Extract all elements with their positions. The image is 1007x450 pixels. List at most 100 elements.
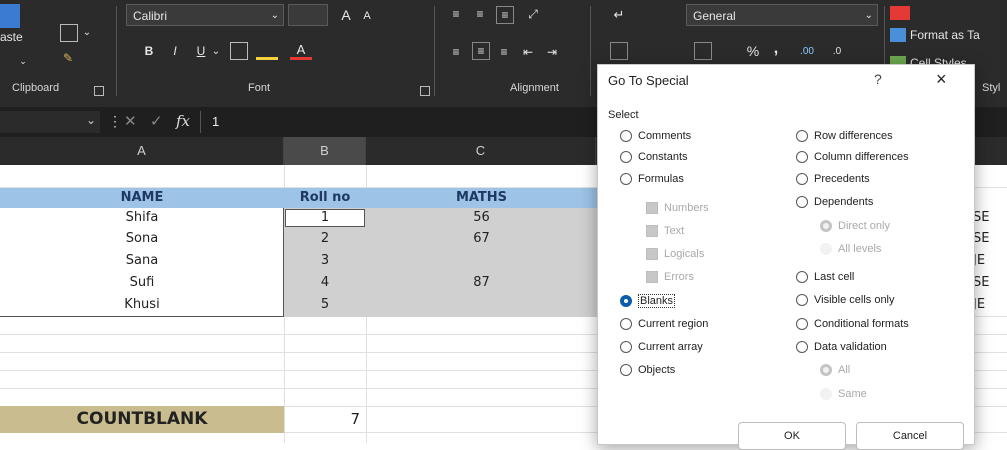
comma-button[interactable]: , bbox=[770, 40, 782, 58]
close-button[interactable]: × bbox=[936, 69, 947, 90]
align-center-icon[interactable]: ≡ bbox=[472, 42, 490, 60]
ok-button[interactable]: OK bbox=[738, 422, 846, 450]
maths-cell[interactable]: 67 bbox=[366, 229, 597, 250]
font-size-dropdown[interactable] bbox=[288, 4, 328, 26]
format-painter-icon[interactable]: ✎ bbox=[60, 50, 76, 66]
conditional-formatting-icon[interactable] bbox=[890, 6, 910, 20]
option-blanks[interactable]: Blanks bbox=[620, 294, 676, 308]
fill-color-icon[interactable] bbox=[256, 42, 278, 60]
underline-button[interactable]: U bbox=[192, 42, 210, 60]
option-dependents[interactable]: Dependents bbox=[796, 196, 873, 208]
bold-button[interactable]: B bbox=[140, 42, 158, 60]
option-row-differences[interactable]: Row differences bbox=[796, 130, 893, 142]
table-header-maths[interactable]: MATHS bbox=[366, 188, 597, 208]
font-name-dropdown[interactable]: Calibri ⌄ bbox=[126, 4, 284, 26]
option-column-differences[interactable]: Column differences bbox=[796, 151, 909, 163]
maths-cell[interactable] bbox=[366, 295, 597, 316]
partial-cell[interactable]: SE bbox=[973, 208, 1007, 229]
countblank-value[interactable]: 7 bbox=[284, 406, 366, 433]
number-format-dropdown[interactable]: General ⌄ bbox=[686, 4, 878, 26]
font-launcher-icon[interactable] bbox=[420, 86, 430, 96]
partial-cell[interactable]: JE bbox=[973, 295, 1007, 316]
option-conditional-formats[interactable]: Conditional formats bbox=[796, 318, 909, 330]
option-current-array[interactable]: Current array bbox=[620, 341, 703, 353]
chevron-down-icon[interactable]: ⌄ bbox=[18, 56, 28, 66]
help-button[interactable]: ? bbox=[874, 71, 882, 87]
align-left-icon[interactable]: ≡ bbox=[448, 44, 464, 60]
font-color-icon[interactable]: A bbox=[290, 42, 312, 60]
radio-icon bbox=[796, 341, 808, 353]
option-last-cell[interactable]: Last cell bbox=[796, 271, 854, 283]
column-header-c[interactable]: C bbox=[366, 137, 596, 165]
merge-center-icon[interactable] bbox=[610, 42, 628, 60]
name-cell[interactable]: Sana bbox=[0, 251, 284, 272]
countblank-label[interactable]: COUNTBLANK bbox=[0, 406, 284, 433]
option-validation-all[interactable]: All bbox=[820, 364, 850, 376]
option-validation-same[interactable]: Same bbox=[820, 388, 867, 400]
shrink-font-button[interactable]: A bbox=[360, 8, 374, 24]
maths-cell[interactable]: 87 bbox=[366, 273, 597, 294]
option-objects[interactable]: Objects bbox=[620, 364, 675, 376]
chevron-down-icon[interactable]: ⌄ bbox=[210, 44, 222, 58]
option-visible-cells-only[interactable]: Visible cells only bbox=[796, 294, 895, 306]
increase-indent-icon[interactable]: ⇥ bbox=[544, 44, 560, 60]
checkbox-numbers[interactable]: Numbers bbox=[646, 202, 709, 214]
option-formulas[interactable]: Formulas bbox=[620, 173, 684, 185]
roll-cell[interactable]: 4 bbox=[284, 273, 366, 294]
option-constants[interactable]: Constants bbox=[620, 151, 688, 163]
column-header-a[interactable]: A bbox=[0, 137, 284, 165]
name-cell[interactable]: Shifa bbox=[0, 208, 284, 229]
align-bottom-icon[interactable]: ≡ bbox=[496, 6, 514, 24]
roll-cell[interactable]: 1 bbox=[284, 208, 366, 229]
checkbox-errors[interactable]: Errors bbox=[646, 271, 694, 283]
enter-icon[interactable]: ✓ bbox=[150, 112, 163, 130]
clipboard-launcher-icon[interactable] bbox=[94, 86, 104, 96]
checkbox-text[interactable]: Text bbox=[646, 225, 684, 237]
name-cell[interactable]: Sona bbox=[0, 229, 284, 250]
formula-input[interactable]: 1 bbox=[212, 114, 219, 129]
align-middle-icon[interactable]: ≡ bbox=[472, 6, 488, 22]
checkbox-logicals[interactable]: Logicals bbox=[646, 248, 704, 260]
paste-button[interactable]: aste bbox=[0, 30, 40, 44]
checkbox-icon bbox=[646, 248, 658, 260]
table-header-roll-no[interactable]: Roll no bbox=[284, 188, 366, 208]
option-precedents[interactable]: Precedents bbox=[796, 173, 870, 185]
partial-cell[interactable]: JE bbox=[973, 251, 1007, 272]
option-all-levels[interactable]: All levels bbox=[820, 243, 881, 255]
partial-cell[interactable]: SE bbox=[973, 229, 1007, 250]
orientation-icon[interactable]: ⤢ bbox=[522, 6, 544, 22]
name-cell[interactable]: Khusi bbox=[0, 295, 284, 316]
decrease-indent-icon[interactable]: ⇤ bbox=[520, 44, 536, 60]
roll-cell[interactable]: 3 bbox=[284, 251, 366, 272]
wrap-text-icon[interactable]: ↵ bbox=[610, 6, 628, 24]
maths-cell[interactable] bbox=[366, 251, 597, 272]
percent-button[interactable]: % bbox=[744, 42, 762, 60]
paste-icon[interactable] bbox=[0, 4, 20, 28]
table-header-name[interactable]: NAME bbox=[0, 188, 284, 208]
option-data-validation[interactable]: Data validation bbox=[796, 341, 887, 353]
insert-function-button[interactable]: fx bbox=[176, 112, 190, 130]
copy-icon[interactable] bbox=[60, 24, 78, 42]
cancel-icon[interactable]: ✕ bbox=[124, 112, 137, 130]
option-direct-only[interactable]: Direct only bbox=[820, 220, 890, 232]
roll-cell[interactable]: 2 bbox=[284, 229, 366, 250]
borders-icon[interactable] bbox=[230, 42, 248, 60]
option-comments[interactable]: Comments bbox=[620, 130, 691, 142]
roll-cell[interactable]: 5 bbox=[284, 295, 366, 316]
option-current-region[interactable]: Current region bbox=[620, 318, 708, 330]
italic-button[interactable]: I bbox=[166, 42, 184, 60]
increase-decimal-icon[interactable]: .00 bbox=[796, 42, 818, 60]
column-header-b[interactable]: B bbox=[284, 137, 366, 165]
partial-cell[interactable]: SE bbox=[973, 273, 1007, 294]
cancel-button[interactable]: Cancel bbox=[856, 422, 964, 450]
align-top-icon[interactable]: ≡ bbox=[448, 6, 464, 22]
grow-font-button[interactable]: A bbox=[338, 6, 354, 24]
name-box[interactable]: ⌄ bbox=[0, 111, 100, 133]
name-cell[interactable]: Sufi bbox=[0, 273, 284, 294]
format-as-table-button[interactable]: Format as Ta bbox=[890, 26, 1007, 44]
chevron-down-icon[interactable]: ⌄ bbox=[82, 26, 92, 38]
decrease-decimal-icon[interactable]: .0 bbox=[826, 42, 848, 60]
align-right-icon[interactable]: ≡ bbox=[496, 44, 512, 60]
accounting-format-icon[interactable] bbox=[694, 42, 712, 60]
maths-cell[interactable]: 56 bbox=[366, 208, 597, 229]
